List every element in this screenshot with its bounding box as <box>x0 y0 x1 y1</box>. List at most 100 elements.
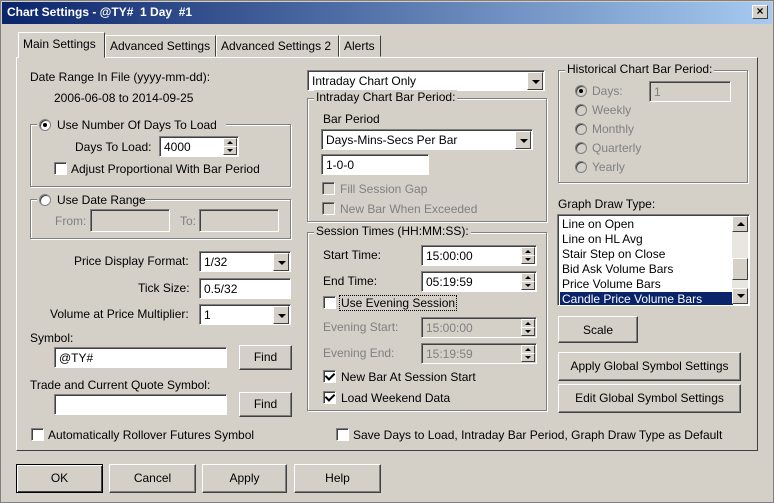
list-item[interactable]: Line on HL Avg <box>560 232 733 247</box>
use-date-range-radio[interactable] <box>39 194 51 206</box>
historical-group-title: Historical Chart Bar Period: <box>565 62 715 76</box>
historical-days-value: 1 <box>654 85 661 99</box>
tab-advanced-settings[interactable]: Advanced Settings <box>105 35 216 57</box>
help-button[interactable]: Help <box>294 464 381 493</box>
list-item-selected[interactable]: Candle Price Volume Bars <box>560 292 733 305</box>
weekly-radio-label: Weekly <box>592 103 632 117</box>
days-radio <box>575 85 587 97</box>
quote-symbol-input[interactable] <box>54 394 227 415</box>
graph-draw-scrollbar[interactable] <box>732 216 748 304</box>
end-time-value: 05:19:59 <box>426 275 473 289</box>
chart-mode-select[interactable]: Intraday Chart Only <box>307 70 545 91</box>
to-label: To: <box>180 214 197 228</box>
days-radio-label: Days: <box>592 84 623 98</box>
symbol-input[interactable]: @TY# <box>54 347 227 368</box>
symbol-find-button[interactable]: Find <box>239 345 292 370</box>
fill-session-gap-label: Fill Session Gap <box>340 182 428 196</box>
bar-period-value: Days-Mins-Secs Per Bar <box>326 133 458 147</box>
price-display-value: 1/32 <box>204 255 228 269</box>
save-default-label: Save Days to Load, Intraday Bar Period, … <box>353 428 723 442</box>
chevron-down-icon[interactable] <box>527 72 543 90</box>
graph-draw-type-label: Graph Draw Type: <box>558 197 656 211</box>
evening-end-down-arrow-icon <box>521 353 535 362</box>
volume-multiplier-select[interactable]: 1 <box>199 304 291 325</box>
volume-multiplier-label: Volume at Price Multiplier: <box>50 307 189 321</box>
tick-size-label: Tick Size: <box>138 281 190 295</box>
bar-period-input[interactable]: 1-0-0 <box>321 154 429 175</box>
monthly-radio-label: Monthly <box>592 122 635 136</box>
evening-end-value: 15:19:59 <box>426 347 473 361</box>
scroll-thumb[interactable] <box>732 258 748 280</box>
window-title: Chart Settings - @TY# 1 Day #1 <box>7 5 193 19</box>
start-time-input[interactable]: 15:00:00 <box>421 245 537 266</box>
evening-end-input: 15:19:59 <box>421 343 537 364</box>
new-bar-session-label: New Bar At Session Start <box>341 370 476 384</box>
cancel-button[interactable]: Cancel <box>109 464 196 493</box>
intraday-group-title: Intraday Chart Bar Period: <box>314 90 458 104</box>
adjust-proportional-checkbox[interactable] <box>54 162 67 175</box>
apply-button[interactable]: Apply <box>202 464 287 493</box>
scroll-up-arrow-icon[interactable] <box>732 216 748 232</box>
start-down-arrow-icon[interactable] <box>521 255 535 264</box>
volume-multiplier-value: 1 <box>204 308 211 322</box>
auto-rollover-checkbox[interactable] <box>31 428 44 441</box>
symbol-value: @TY# <box>59 351 94 365</box>
end-time-label: End Time: <box>323 274 378 288</box>
bar-period-input-value: 1-0-0 <box>326 158 355 172</box>
chevron-down-icon[interactable] <box>515 131 531 149</box>
tick-size-input[interactable]: 0.5/32 <box>199 278 291 299</box>
save-default-checkbox[interactable] <box>336 428 349 441</box>
evening-start-value: 15:00:00 <box>426 321 473 335</box>
graph-draw-type-list[interactable]: Line on Open Line on HL Avg Stair Step o… <box>557 214 750 306</box>
chevron-down-icon[interactable] <box>273 253 289 271</box>
chart-mode-value: Intraday Chart Only <box>312 74 417 88</box>
auto-rollover-label: Automatically Rollover Futures Symbol <box>48 428 255 442</box>
bar-period-select[interactable]: Days-Mins-Secs Per Bar <box>321 129 533 150</box>
use-days-label: Use Number Of Days To Load <box>57 118 217 132</box>
close-icon[interactable]: × <box>752 5 768 19</box>
historical-days-input: 1 <box>649 81 731 102</box>
use-days-radio-row[interactable]: Use Number Of Days To Load <box>37 117 226 132</box>
tab-alerts[interactable]: Alerts <box>339 35 381 57</box>
symbol-label: Symbol: <box>30 331 74 345</box>
scale-button[interactable]: Scale <box>558 316 638 343</box>
days-down-arrow-icon[interactable] <box>223 146 237 155</box>
tab-advanced-settings-2[interactable]: Advanced Settings 2 <box>216 35 339 57</box>
adjust-proportional-label: Adjust Proportional With Bar Period <box>71 162 260 176</box>
use-days-radio[interactable] <box>39 119 51 131</box>
chevron-down-icon[interactable] <box>273 306 289 324</box>
list-item[interactable]: Stair Step on Close <box>560 247 733 262</box>
start-time-value: 15:00:00 <box>426 249 473 263</box>
evening-session-checkbox[interactable] <box>323 296 336 309</box>
weekend-data-label: Load Weekend Data <box>341 391 451 405</box>
bar-period-label: Bar Period <box>323 112 380 126</box>
scroll-down-arrow-icon[interactable] <box>732 288 748 304</box>
days-to-load-value: 4000 <box>164 140 191 154</box>
use-date-range-row[interactable]: Use Date Range <box>37 192 146 207</box>
price-display-select[interactable]: 1/32 <box>199 251 291 272</box>
yearly-radio <box>575 161 587 173</box>
evening-session-label: Use Evening Session <box>339 295 458 311</box>
chart-settings-dialog: Chart Settings - @TY# 1 Day #1 × Main Se… <box>0 0 774 503</box>
tick-size-value: 0.5/32 <box>204 282 238 296</box>
new-bar-session-checkbox[interactable] <box>323 370 336 383</box>
evening-end-label: Evening End: <box>323 346 395 360</box>
list-item[interactable]: Bid Ask Volume Bars <box>560 262 733 277</box>
quote-symbol-find-button[interactable]: Find <box>239 392 292 417</box>
weekend-data-checkbox[interactable] <box>323 391 336 404</box>
start-time-label: Start Time: <box>323 248 382 262</box>
tab-main-settings[interactable]: Main Settings <box>18 32 105 58</box>
days-to-load-label: Days To Load: <box>75 140 152 154</box>
apply-global-settings-button[interactable]: Apply Global Symbol Settings <box>558 352 741 381</box>
ok-button[interactable]: OK <box>16 464 103 493</box>
end-time-input[interactable]: 05:19:59 <box>421 271 537 292</box>
end-down-arrow-icon[interactable] <box>521 281 535 290</box>
edit-global-settings-button[interactable]: Edit Global Symbol Settings <box>558 384 741 413</box>
list-item[interactable]: Line on Open <box>560 217 733 232</box>
days-to-load-input[interactable]: 4000 <box>159 136 239 157</box>
session-group-title: Session Times (HH:MM:SS): <box>314 224 471 238</box>
quarterly-radio <box>575 142 587 154</box>
title-bar: Chart Settings - @TY# 1 Day #1 × <box>2 2 772 24</box>
fill-session-gap-checkbox <box>322 182 335 195</box>
list-item[interactable]: Price Volume Bars <box>560 277 733 292</box>
